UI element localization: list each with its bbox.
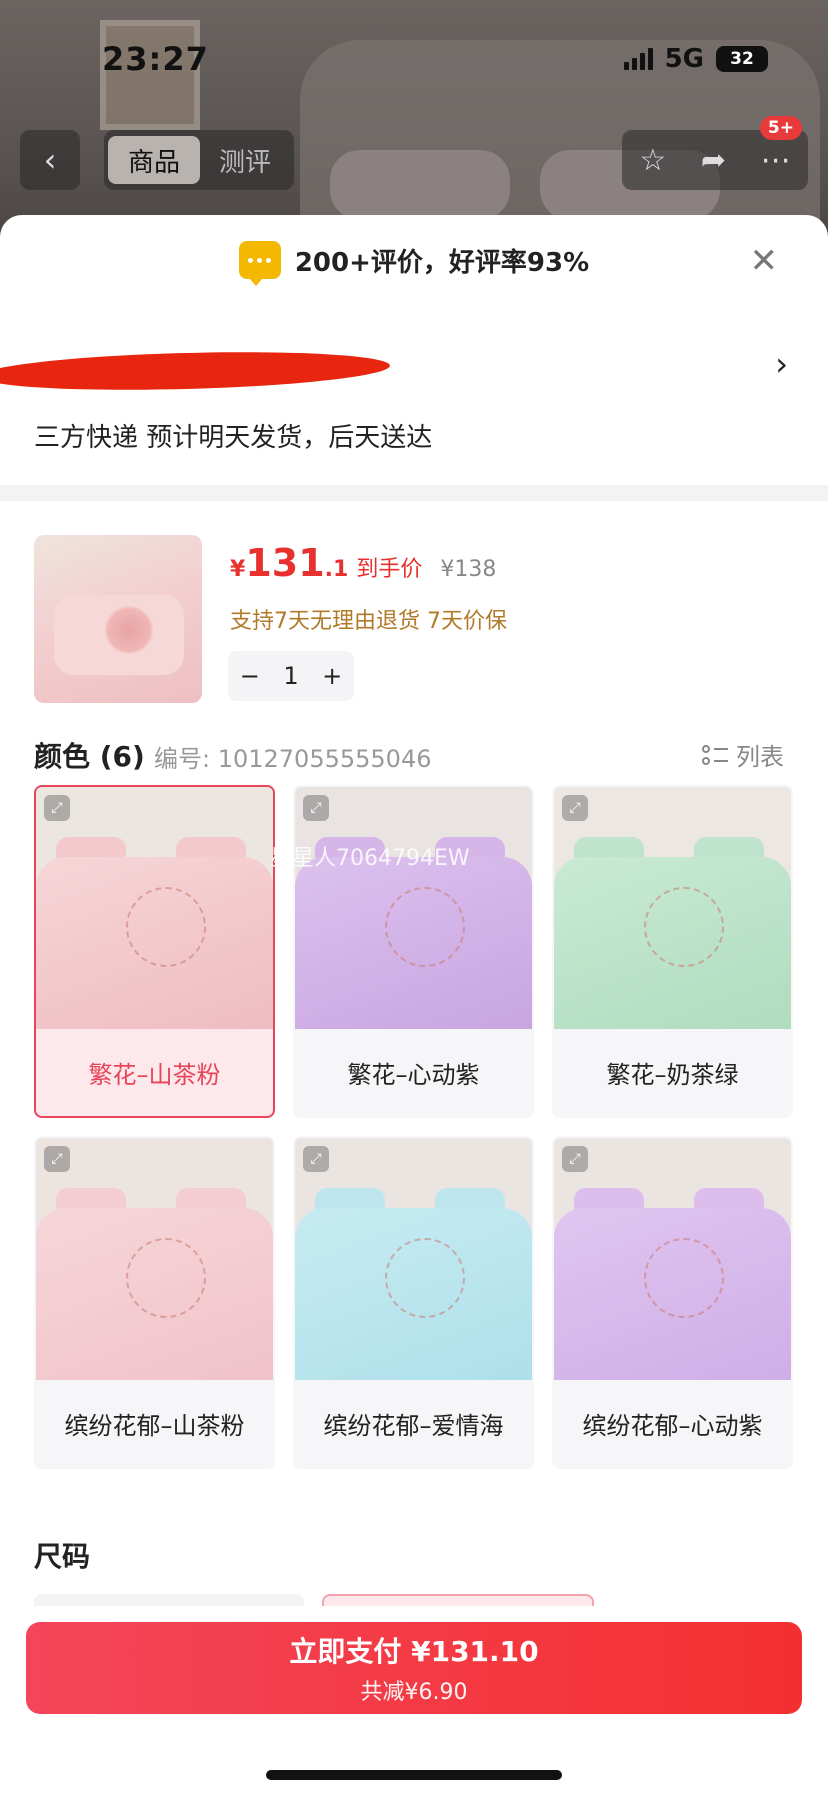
service-guarantee: 支持7天无理由退货 7天价保 xyxy=(230,609,507,634)
option-image: ⤢ xyxy=(295,787,532,1029)
status-time: 23:27 xyxy=(102,40,209,78)
sheet-header: 200+评价，好评率93% ✕ xyxy=(0,215,828,305)
color-option[interactable]: ⤢ 繁花–奶茶绿 xyxy=(552,785,793,1118)
option-label: 繁花–心动紫 xyxy=(347,1061,480,1089)
share-icon[interactable]: ➦ xyxy=(701,143,726,178)
notification-badge: 5+ xyxy=(759,116,802,140)
option-image: ⤢ xyxy=(36,1138,273,1380)
price-label: 到手价 xyxy=(356,557,423,582)
discount-label: 共减¥6.90 xyxy=(360,1680,468,1705)
list-label: 列表 xyxy=(736,743,784,771)
size-title: 尺码 xyxy=(34,1540,91,1573)
rating-summary[interactable]: 200+评价，好评率93% xyxy=(295,242,589,279)
watermark-text: 星星人7064794EW xyxy=(270,846,470,871)
tab-group: 商品 测评 xyxy=(104,130,294,190)
tab-product[interactable]: 商品 xyxy=(108,136,200,184)
tab-review[interactable]: 测评 xyxy=(200,142,290,179)
network-type: 5G xyxy=(664,44,704,74)
expand-icon[interactable]: ⤢ xyxy=(303,1146,329,1172)
color-title: 颜色 (6) xyxy=(34,740,145,773)
chevron-left-icon: ‹ xyxy=(43,141,57,179)
star-icon[interactable]: ☆ xyxy=(639,143,666,178)
option-label: 缤纷花郁–心动紫 xyxy=(582,1412,763,1440)
pay-now-button[interactable]: 立即支付 ¥131.10 共减¥6.90 xyxy=(26,1622,802,1714)
product-code: 编号: 10127055555046 xyxy=(154,745,432,773)
close-icon[interactable]: ✕ xyxy=(750,241,779,281)
option-label: 缤纷花郁–山茶粉 xyxy=(64,1412,245,1440)
expand-icon[interactable]: ⤢ xyxy=(562,1146,588,1172)
address-row[interactable]: › 三方快递 预计明天发货，后天送达 xyxy=(0,305,828,485)
currency-symbol: ¥ xyxy=(230,557,246,582)
list-icon xyxy=(702,744,728,765)
back-button[interactable]: ‹ xyxy=(20,130,80,190)
home-indicator xyxy=(266,1770,562,1780)
plus-button[interactable]: + xyxy=(322,662,342,690)
expand-icon[interactable]: ⤢ xyxy=(44,1146,70,1172)
price-integer: 131 xyxy=(245,541,325,585)
bottom-bar: 立即支付 ¥131.10 共减¥6.90 xyxy=(0,1606,828,1796)
option-label: 缤纷花郁–爱情海 xyxy=(323,1412,504,1440)
chevron-right-icon[interactable]: › xyxy=(775,345,788,383)
list-view-toggle[interactable]: 列表 xyxy=(702,737,784,772)
color-option[interactable]: ⤢ 缤纷花郁–山茶粉 xyxy=(34,1136,275,1469)
option-image: ⤢ xyxy=(554,787,791,1029)
top-nav: ‹ 商品 测评 ☆ ➦ ⋯ 5+ xyxy=(0,116,828,190)
section-divider xyxy=(0,485,828,501)
minus-button[interactable]: − xyxy=(240,662,260,690)
product-summary: ¥ 131 .1 到手价 ¥138 支持7天无理由退货 7天价保 − 1 + xyxy=(0,501,828,703)
option-image: ⤢ xyxy=(295,1138,532,1380)
battery-icon: 32 xyxy=(716,46,768,72)
signal-icon xyxy=(623,48,653,70)
option-image: ⤢ xyxy=(554,1138,791,1380)
color-header: 颜色 (6) 编号: 10127055555046 列表 xyxy=(0,713,828,789)
option-label: 繁花–奶茶绿 xyxy=(606,1061,739,1089)
color-option[interactable]: ⤢ 缤纷花郁–心动紫 xyxy=(552,1136,793,1469)
expand-icon[interactable]: ⤢ xyxy=(44,795,70,821)
pay-button-label: 立即支付 ¥131.10 xyxy=(289,1635,539,1668)
action-group: ☆ ➦ ⋯ 5+ xyxy=(622,116,808,190)
quantity-value: 1 xyxy=(283,662,299,690)
status-bar: 23:27 5G 32 xyxy=(0,0,828,110)
option-image: ⤢ xyxy=(36,787,273,1029)
chat-bubble-icon xyxy=(238,241,281,286)
color-option[interactable]: ⤢ 缤纷花郁–爱情海 xyxy=(293,1136,534,1469)
price-row: ¥ 131 .1 到手价 ¥138 xyxy=(230,541,496,585)
quantity-stepper: − 1 + xyxy=(228,651,354,701)
more-icon[interactable]: ⋯ xyxy=(761,143,791,178)
status-indicators: 5G 32 xyxy=(623,44,768,74)
option-label: 繁花–山茶粉 xyxy=(88,1061,221,1089)
expand-icon[interactable]: ⤢ xyxy=(303,795,329,821)
original-price: ¥138 xyxy=(440,557,497,582)
delivery-estimate: 三方快递 预计明天发货，后天送达 xyxy=(34,423,433,453)
color-option[interactable]: ⤢ 繁花–心动紫 xyxy=(293,785,534,1118)
color-option-grid: ⤢ 繁花–山茶粉 ⤢ 繁花–心动紫 ⤢ 繁花–奶茶绿 ⤢ 缤纷花郁–山茶粉 ⤢ … xyxy=(34,785,794,1469)
price-decimal: .1 xyxy=(324,557,349,582)
expand-icon[interactable]: ⤢ xyxy=(562,795,588,821)
redacted-address xyxy=(0,347,391,395)
color-option[interactable]: ⤢ 繁花–山茶粉 xyxy=(34,785,275,1118)
product-thumbnail[interactable] xyxy=(34,535,202,703)
